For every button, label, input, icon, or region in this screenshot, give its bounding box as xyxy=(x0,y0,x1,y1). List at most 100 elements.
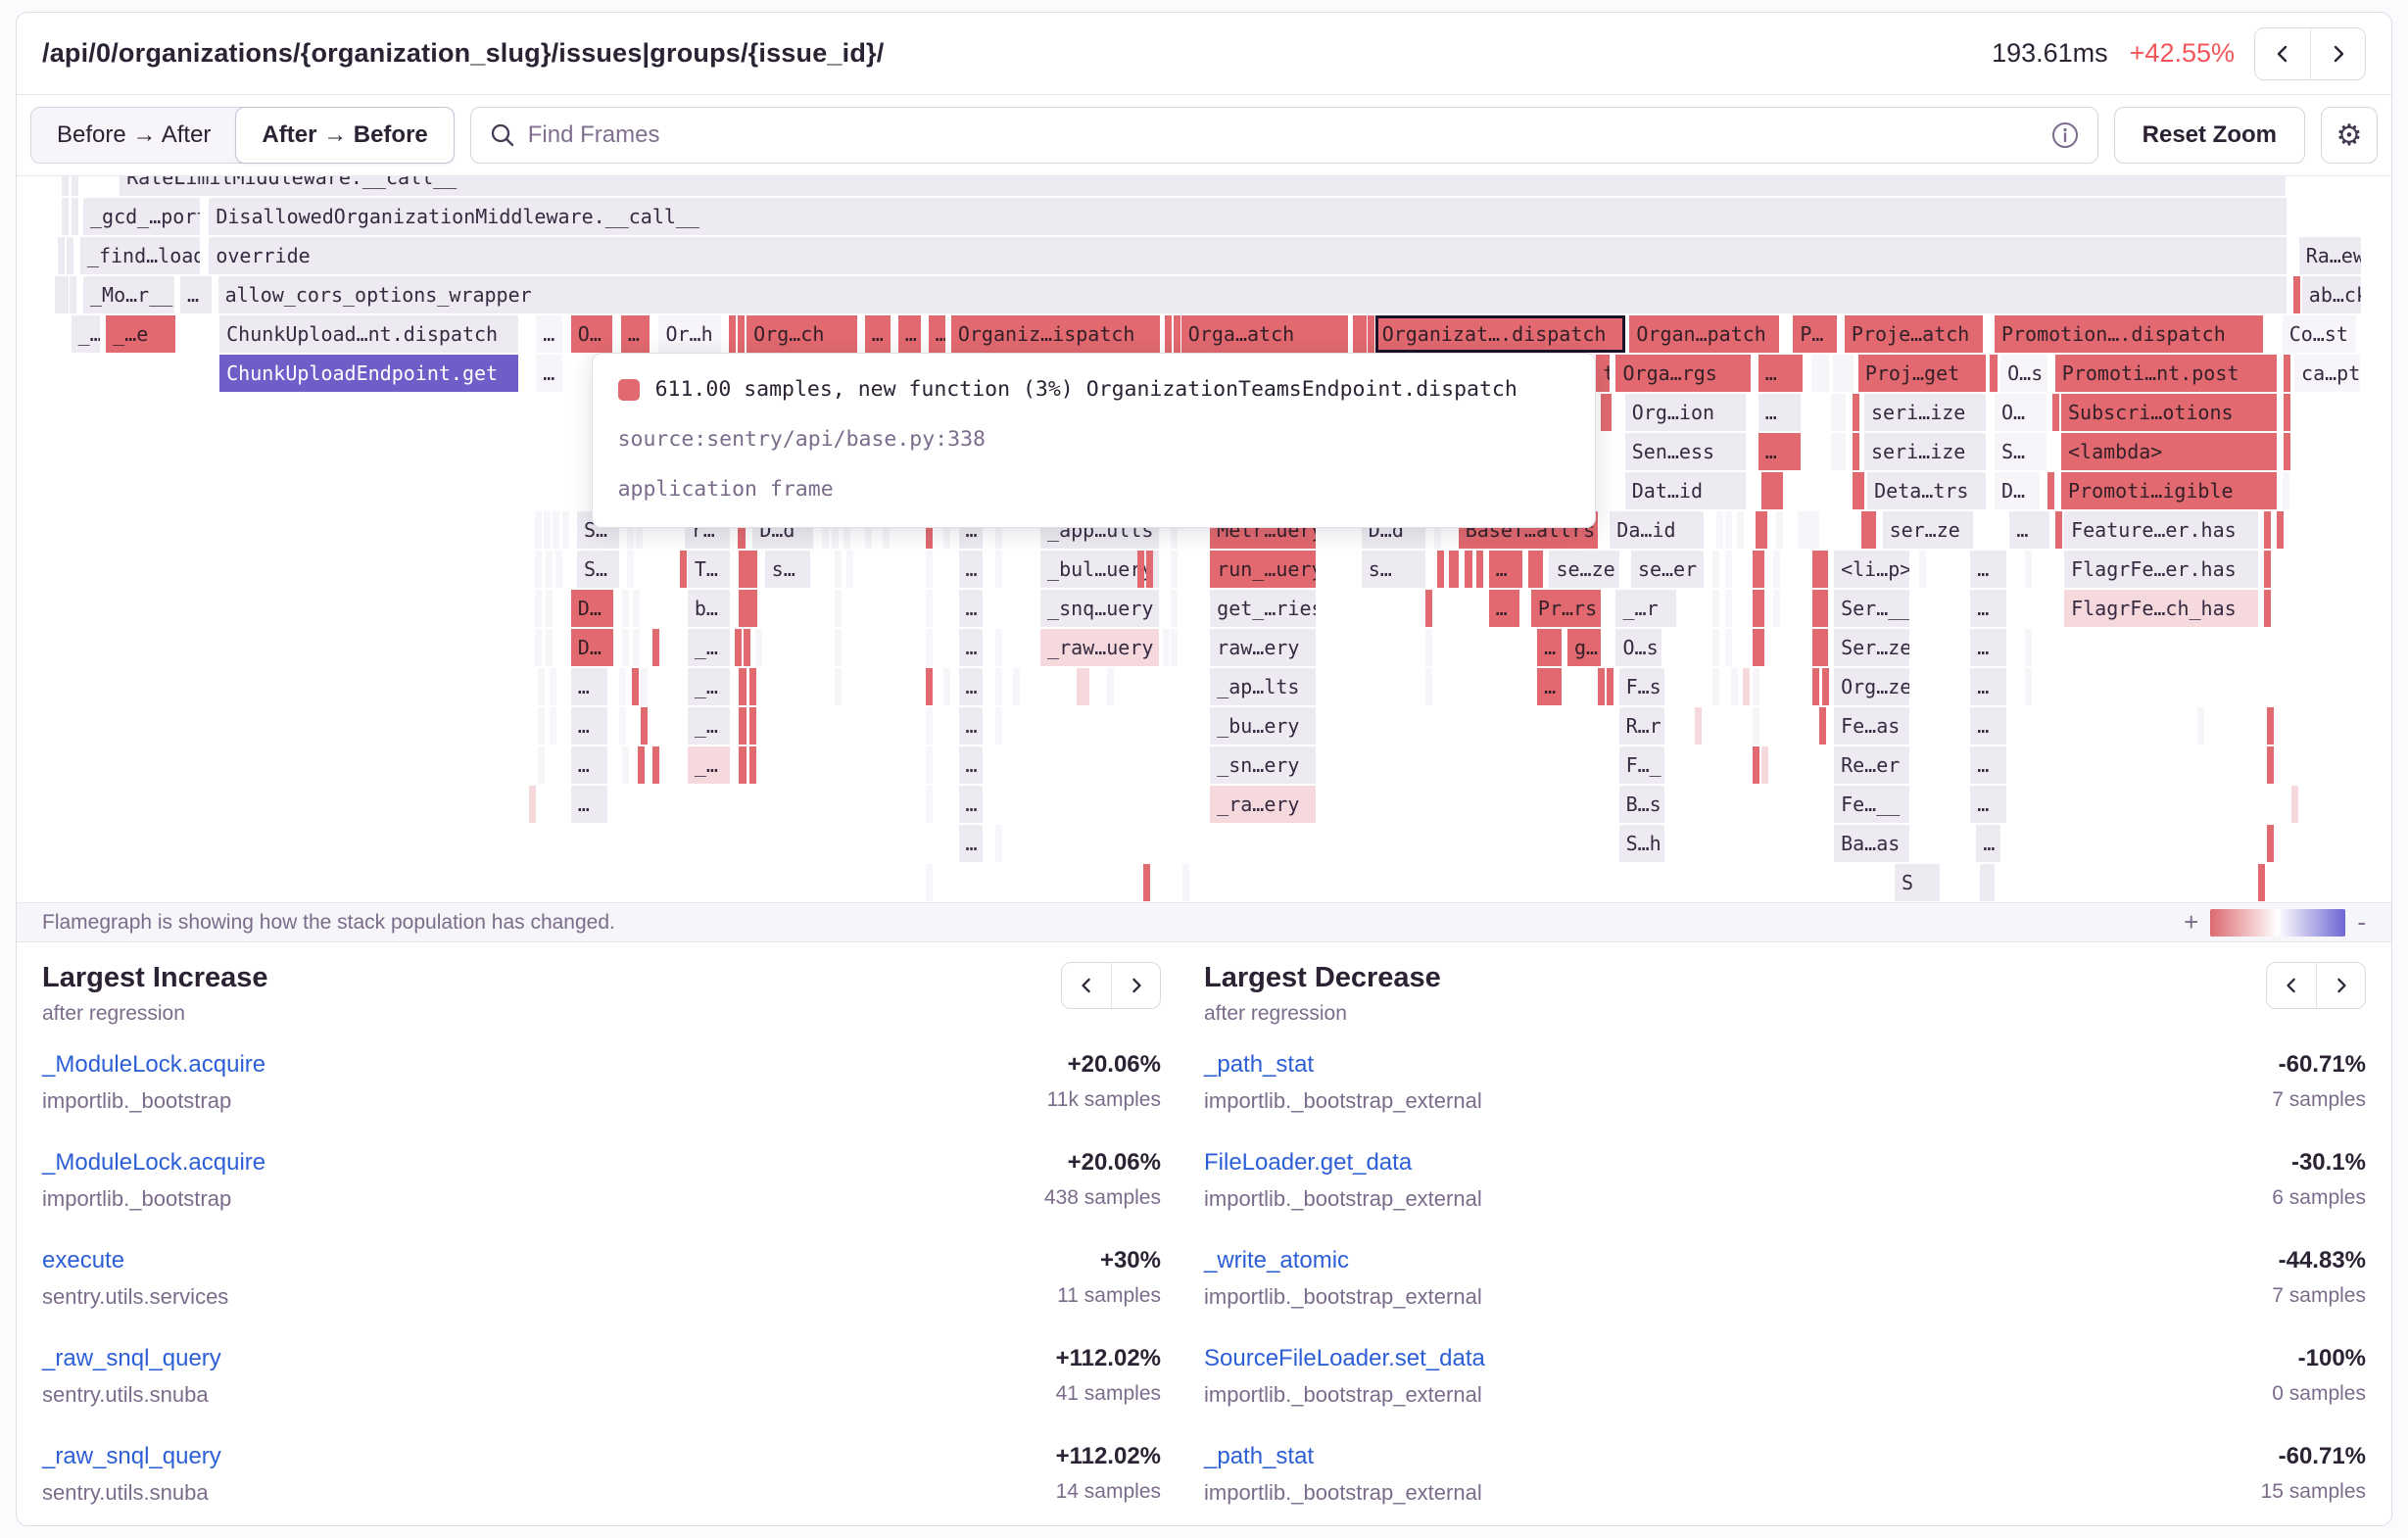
flame-frame[interactable] xyxy=(55,276,62,313)
flame-frame[interactable]: ser…ze xyxy=(1883,511,1974,549)
flame-frame[interactable] xyxy=(1360,315,1367,353)
flame-frame[interactable] xyxy=(1919,551,1926,588)
flame-frame[interactable] xyxy=(641,707,648,745)
flame-frame[interactable] xyxy=(1990,355,1998,392)
flame-frame[interactable] xyxy=(553,511,559,549)
function-link[interactable]: _write_atomic xyxy=(1204,1247,1482,1274)
flame-frame[interactable]: … xyxy=(621,315,650,353)
flame-frame[interactable]: Orga…rgs xyxy=(1615,355,1751,392)
flame-frame[interactable]: Ser…__ xyxy=(1834,590,1909,627)
function-link[interactable]: FileLoader.get_data xyxy=(1204,1149,1482,1177)
function-link[interactable]: _ModuleLock.acquire xyxy=(42,1051,265,1079)
flame-frame[interactable] xyxy=(1819,707,1826,745)
flame-frame[interactable]: … xyxy=(865,315,891,353)
flame-frame[interactable]: … xyxy=(959,629,984,666)
flame-frame[interactable] xyxy=(926,786,933,823)
function-link[interactable]: execute xyxy=(42,1247,228,1274)
flame-frame[interactable] xyxy=(62,176,69,196)
flame-frame[interactable]: ca…pt xyxy=(2294,355,2359,392)
flame-frame[interactable]: _ap…lts xyxy=(1210,668,1316,705)
flame-frame[interactable]: … xyxy=(959,590,984,627)
flame-frame[interactable] xyxy=(535,511,542,549)
flame-frame[interactable]: … xyxy=(1489,551,1522,588)
flame-frame[interactable] xyxy=(1171,551,1178,588)
flame-frame[interactable] xyxy=(739,590,757,627)
flame-frame[interactable] xyxy=(529,786,536,823)
flame-frame[interactable] xyxy=(1437,551,1444,588)
flame-frame[interactable] xyxy=(638,746,645,784)
flame-frame[interactable]: Ba…as xyxy=(1834,825,1909,862)
flame-frame[interactable] xyxy=(738,315,745,353)
flamegraph-canvas[interactable]: RateLimitMiddleware.__call___gcd_…portDi… xyxy=(17,176,2391,903)
flame-frame[interactable] xyxy=(1725,511,1732,549)
flame-frame[interactable] xyxy=(1174,315,1180,353)
flame-frame[interactable]: s… xyxy=(1362,551,1425,588)
flame-frame[interactable] xyxy=(835,668,842,705)
flame-frame[interactable]: … xyxy=(1758,433,1801,470)
flame-frame[interactable] xyxy=(546,551,553,588)
flame-frame[interactable] xyxy=(1077,668,1088,705)
decrease-prev-button[interactable] xyxy=(2267,963,2316,1008)
flame-frame[interactable]: Organ…patch xyxy=(1629,315,1779,353)
flame-frame[interactable]: … xyxy=(1970,707,2006,745)
flame-frame[interactable]: _find…load xyxy=(80,237,200,274)
flame-frame[interactable]: _… xyxy=(72,315,100,353)
flame-frame[interactable] xyxy=(1737,511,1744,549)
flame-frame[interactable]: ChunkUploadEndpoint.get xyxy=(219,355,518,392)
flame-frame[interactable] xyxy=(622,746,629,784)
function-link[interactable]: _ModuleLock.acquire xyxy=(42,1149,265,1177)
flame-frame[interactable] xyxy=(2284,394,2290,431)
flame-frame[interactable] xyxy=(1425,668,1432,705)
flame-frame[interactable]: Org…ion xyxy=(1625,394,1747,431)
flame-frame[interactable] xyxy=(62,198,69,235)
flame-frame[interactable] xyxy=(926,707,933,745)
flame-frame[interactable]: Fe…as xyxy=(1834,707,1909,745)
flame-frame[interactable] xyxy=(1107,668,1114,705)
flame-frame[interactable]: … xyxy=(1537,629,1562,666)
flame-frame[interactable]: Dat…id xyxy=(1625,472,1747,509)
flame-frame[interactable] xyxy=(1761,746,1768,784)
function-link[interactable]: _raw_snql_query xyxy=(42,1443,221,1470)
flame-frame[interactable]: … xyxy=(2009,511,2048,549)
flame-frame[interactable]: _… xyxy=(688,668,730,705)
flame-frame[interactable]: … xyxy=(898,315,921,353)
prev-transaction-button[interactable] xyxy=(2255,28,2310,79)
flame-frame[interactable] xyxy=(1725,629,1732,666)
flame-frame[interactable] xyxy=(2284,355,2290,392)
before-after-segment[interactable]: Before → After xyxy=(31,108,236,163)
flame-frame[interactable]: … xyxy=(571,707,607,745)
flame-frame[interactable]: D… xyxy=(571,590,613,627)
flame-frame[interactable] xyxy=(1861,511,1876,549)
flame-frame[interactable] xyxy=(2047,472,2054,509)
flame-frame[interactable] xyxy=(1756,511,1767,549)
flame-frame[interactable] xyxy=(2283,472,2289,509)
flame-frame[interactable]: … xyxy=(959,825,984,862)
flame-frame[interactable] xyxy=(735,629,742,666)
flame-frame[interactable] xyxy=(652,746,659,784)
flame-frame[interactable]: S…h xyxy=(1619,825,1664,862)
flame-frame[interactable]: FlagrFe…ch_has xyxy=(2064,590,2258,627)
flame-frame[interactable]: Ra…ew xyxy=(2299,237,2361,274)
flame-frame[interactable] xyxy=(1137,551,1144,588)
flame-frame[interactable]: _raw…uery xyxy=(1040,629,1159,666)
flame-frame[interactable]: Co…st xyxy=(2283,315,2357,353)
find-frames-searchbox[interactable] xyxy=(470,107,2098,164)
flame-frame[interactable]: Promotion….dispatch xyxy=(1995,315,2263,353)
flame-frame[interactable] xyxy=(2293,276,2300,313)
flame-frame[interactable]: B…s xyxy=(1619,786,1664,823)
flame-frame[interactable] xyxy=(2267,707,2274,745)
flame-frame[interactable]: se…ze xyxy=(1549,551,1618,588)
flame-frame[interactable] xyxy=(627,551,634,588)
flame-frame[interactable] xyxy=(535,590,542,627)
flame-frame[interactable] xyxy=(1712,629,1719,666)
flame-frame[interactable] xyxy=(550,668,556,705)
flame-frame[interactable]: override xyxy=(209,237,2287,274)
flame-frame[interactable] xyxy=(1853,394,1860,431)
flame-frame[interactable]: P… xyxy=(1793,315,1837,353)
flame-frame[interactable] xyxy=(62,276,69,313)
flame-frame[interactable] xyxy=(995,668,1002,705)
flame-frame[interactable]: _… xyxy=(688,707,730,745)
flame-frame[interactable]: S… xyxy=(1995,433,2047,470)
flame-frame[interactable]: Deta…trs xyxy=(1867,472,1986,509)
flame-frame[interactable] xyxy=(1831,394,1846,431)
